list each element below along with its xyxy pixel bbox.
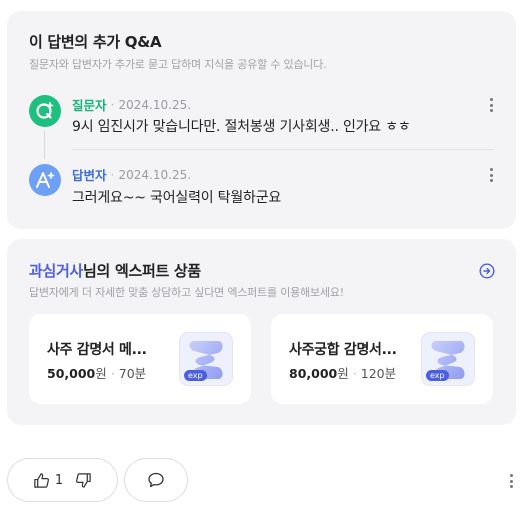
answer-meta: 답변자 · 2024.10.25. bbox=[72, 165, 191, 184]
product-duration: 70분 bbox=[118, 366, 147, 381]
product-title: 사주 감명서 메... bbox=[47, 342, 147, 358]
arrow-circle-right-icon[interactable] bbox=[479, 263, 495, 279]
expert-name[interactable]: 과심거사 bbox=[29, 262, 83, 280]
question-text: 9시 임진시가 맞습니다만. 절처봉생 기사회생.. 인가요 ㅎㅎ bbox=[72, 119, 411, 135]
thumbs-up-icon bbox=[34, 472, 49, 488]
like-button[interactable]: 1 bbox=[33, 472, 63, 489]
like-count: 1 bbox=[54, 472, 64, 488]
meta-separator: · bbox=[110, 366, 115, 381]
answer-more-icon[interactable] bbox=[486, 167, 496, 183]
answer-date: 2024.10.25. bbox=[118, 167, 192, 182]
product-duration: 120분 bbox=[360, 366, 397, 381]
question-author: 질문자 bbox=[72, 98, 107, 113]
meta-separator: · bbox=[110, 97, 115, 112]
expert-title: 과심거사님의 엑스퍼트 상품 bbox=[29, 260, 201, 281]
meta-separator: · bbox=[110, 167, 115, 182]
expert-card: 과심거사님의 엑스퍼트 상품 답변자에게 더 자세한 맞춤 상담하고 싶다면 엑… bbox=[7, 239, 516, 425]
more-options-icon[interactable] bbox=[506, 473, 516, 489]
thumbs-down-icon bbox=[76, 472, 91, 488]
qa-divider bbox=[72, 149, 494, 150]
product-price-unit: 원 bbox=[95, 366, 107, 381]
expert-product-card[interactable]: 사주궁합 감명서... 80,000원 · 120분 exp bbox=[271, 314, 493, 404]
qa-title: 이 답변의 추가 Q&A bbox=[29, 33, 162, 51]
comment-bubble-icon bbox=[148, 472, 164, 488]
product-price-unit: 원 bbox=[337, 366, 349, 381]
question-meta: 질문자 · 2024.10.25. bbox=[72, 95, 191, 114]
product-price: 50,000 bbox=[47, 366, 96, 381]
question-more-icon[interactable] bbox=[486, 97, 496, 113]
expert-title-suffix: 님의 엑스퍼트 상품 bbox=[83, 262, 201, 280]
expert-subtitle: 답변자에게 더 자세한 맞춤 상담하고 싶다면 엑스퍼트를 이용해보세요! bbox=[29, 286, 344, 299]
comment-button[interactable] bbox=[124, 458, 188, 502]
answer-author: 답변자 bbox=[72, 168, 107, 183]
expert-product-card[interactable]: 사주 감명서 메... 50,000원 · 70분 exp bbox=[29, 314, 251, 404]
qa-card: 이 답변의 추가 Q&A 질문자와 답변자가 추가로 묻고 답하며 지식을 공유… bbox=[7, 11, 516, 229]
dislike-button[interactable] bbox=[75, 472, 92, 489]
question-avatar bbox=[29, 95, 61, 127]
exp-badge: exp bbox=[426, 370, 449, 381]
product-thumbnail: exp bbox=[421, 332, 475, 386]
answer-text: 그러게요~~ 국어실력이 탁월하군요 bbox=[72, 190, 282, 206]
exp-badge: exp bbox=[184, 370, 207, 381]
reaction-group: 1 bbox=[7, 458, 118, 502]
thread-line bbox=[44, 131, 45, 159]
product-info: 50,000원 · 70분 bbox=[47, 363, 146, 382]
question-plus-icon bbox=[36, 102, 54, 119]
question-date: 2024.10.25. bbox=[118, 97, 192, 112]
answer-plus-icon bbox=[36, 172, 55, 188]
answer-avatar bbox=[29, 164, 61, 196]
product-info: 80,000원 · 120분 bbox=[289, 363, 396, 382]
qa-subtitle: 질문자와 답변자가 추가로 묻고 답하며 지식을 공유할 수 있습니다. bbox=[29, 58, 327, 71]
product-price: 80,000 bbox=[289, 366, 338, 381]
product-title: 사주궁합 감명서... bbox=[289, 342, 397, 358]
meta-separator: · bbox=[352, 366, 357, 381]
product-thumbnail: exp bbox=[179, 332, 233, 386]
